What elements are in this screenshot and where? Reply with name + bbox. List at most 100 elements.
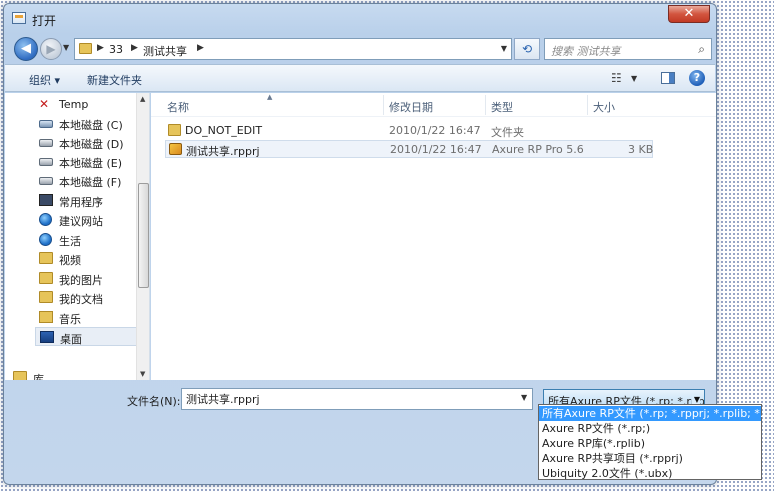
column-divider[interactable] [383,95,384,115]
sidebar-item-desktop[interactable]: 桌面 [35,327,137,346]
breadcrumb-item-33[interactable]: 33 [109,43,123,56]
file-modified: 2010/1/22 16:47 [389,124,481,137]
refresh-icon: ⟲ [521,42,533,56]
sidebar-item-videos[interactable]: 视频 [35,249,137,268]
file-type-option[interactable]: 所有Axure RP文件 (*.rp; *.rpprj; *.rplib; *.… [539,406,774,421]
file-name-label: 文件名(N): [127,395,181,408]
drive-icon [39,139,53,147]
sidebar-item-pictures[interactable]: 我的图片 [35,269,137,288]
globe-icon [39,233,52,246]
breadcrumb-item-current[interactable]: 测试共享 [143,43,187,59]
file-name-dropdown-icon[interactable]: ▼ [521,393,527,402]
table-row[interactable]: 测试共享.rpprj 2010/1/22 16:47 Axure RP Pro … [165,140,653,158]
file-name-input[interactable] [181,388,533,410]
music-folder-icon [39,311,53,323]
library-icon [13,371,27,380]
temp-x-icon: ✕ [39,97,50,111]
folder-icon [39,291,53,303]
file-type-option[interactable]: Axure RP文件 (*.rp;) [539,421,761,436]
window-title: 打开 [32,14,57,28]
address-bar[interactable]: ▶ 33 ▶ 测试共享 ▶ ▼ [74,38,512,60]
file-type-option[interactable]: Axure RP库(*.rplib) [539,436,761,451]
drive-icon [39,177,53,185]
breadcrumb-chevron-icon[interactable]: ▶ [197,43,204,53]
column-type[interactable]: 类型 [491,99,513,115]
sidebar-item-label: 本地磁盘 (C) [59,119,123,132]
preview-pane-icon[interactable] [661,72,675,84]
sidebar-item-programs[interactable]: 常用程序 [35,191,137,210]
file-type-option[interactable]: Ubiquity 2.0文件 (*.ubx) [539,466,761,481]
new-folder-button[interactable]: 新建文件夹 [87,72,142,88]
breadcrumb-chevron-icon[interactable]: ▶ [97,43,104,53]
sidebar-item-drive-c[interactable]: 本地磁盘 (C) [35,114,137,133]
column-size[interactable]: 大小 [593,99,615,115]
file-type-option[interactable]: Axure RP共享项目 (*.rpprj) [539,451,761,466]
breadcrumb-chevron-icon[interactable]: ▶ [131,43,138,53]
sidebar-item-life[interactable]: 生活 [35,230,137,249]
sidebar-scrollbar[interactable]: ▲ ▼ [136,93,149,380]
column-header-row: ▲ 名称 修改日期 类型 大小 [151,93,716,117]
sidebar-item-label: 本地磁盘 (D) [59,138,124,151]
search-placeholder: 搜索 测试共享 [551,45,621,58]
drive-icon [39,158,53,166]
sidebar-item-suggested-sites[interactable]: 建议网站 [35,210,137,229]
chevron-down-icon: ▼ [691,395,700,404]
column-divider[interactable] [485,95,486,115]
view-dropdown-icon[interactable]: ▼ [631,74,637,83]
scroll-down-icon[interactable]: ▼ [140,370,145,378]
help-icon[interactable]: ? [689,70,705,86]
column-divider[interactable] [587,95,588,115]
address-dropdown-icon[interactable]: ▼ [501,44,507,53]
navigation-pane: ✕ Temp 本地磁盘 (C) 本地磁盘 (D) 本地磁盘 (E) 本地磁盘 (… [5,93,150,380]
desktop-icon [40,331,54,343]
sidebar-item-label: 常用程序 [59,196,103,209]
search-icon: ⌕ [698,42,705,56]
view-options-icon[interactable]: ☷ [611,71,622,85]
ie-icon [39,213,52,226]
sidebar-item-temp[interactable]: ✕ Temp [35,95,137,114]
sidebar-item-label: 桌面 [60,333,82,346]
sidebar-item-drive-d[interactable]: 本地磁盘 (D) [35,133,137,152]
scroll-up-icon[interactable]: ▲ [140,95,145,103]
column-modified[interactable]: 修改日期 [389,99,433,115]
dialog-app-icon [12,12,26,24]
sidebar-item-documents[interactable]: 我的文档 [35,288,137,307]
sidebar-item-label: 生活 [59,235,81,248]
sidebar-item-label: 建议网站 [59,215,103,228]
file-type-dropdown: 所有Axure RP文件 (*.rp; *.rpprj; *.rplib; *.… [538,404,774,481]
file-list: ▲ 名称 修改日期 类型 大小 DO_NOT_EDIT 2010/1/22 16… [151,93,716,380]
program-icon [39,194,53,206]
sidebar-item-label: 库 [33,373,44,380]
close-button[interactable]: ✕ [668,5,710,23]
sidebar-item-library[interactable]: 库 [9,368,111,380]
axure-file-icon [169,143,182,155]
folder-icon [39,272,53,284]
sidebar-item-label: 我的图片 [59,274,103,287]
table-row[interactable]: DO_NOT_EDIT 2010/1/22 16:47 文件夹 [165,122,653,140]
folder-icon [168,124,181,136]
file-type: Axure RP Pro 5.6 [492,143,584,156]
scrollbar-thumb[interactable] [138,183,149,288]
sort-ascending-icon: ▲ [267,93,273,101]
back-button[interactable]: ◀ [14,37,38,61]
sidebar-item-music[interactable]: 音乐 [35,308,137,327]
file-name: 测试共享.rpprj [186,145,260,158]
forward-button[interactable]: ▶ [40,38,62,60]
sidebar-item-label: 我的文档 [59,293,103,306]
organize-button[interactable]: 组织 ▾ [29,72,60,88]
file-name: DO_NOT_EDIT [185,124,263,137]
arrow-left-icon: ◀ [21,41,31,56]
search-input[interactable]: 搜索 测试共享 ⌕ [544,38,712,60]
column-name[interactable]: 名称 [167,99,189,115]
command-toolbar: 组织 ▾ 新建文件夹 ☷ ▼ ? [5,64,715,92]
navigation-bar: ◀ ▶ ▼ ▶ 33 ▶ 测试共享 ▶ ▼ ⟲ 搜索 测试共享 ⌕ [12,36,712,62]
sidebar-item-label: 本地磁盘 (E) [59,157,123,170]
sidebar-item-label: 音乐 [59,313,81,326]
title-bar[interactable]: 打开 ✕ [4,4,716,32]
sidebar-item-drive-f[interactable]: 本地磁盘 (F) [35,171,137,190]
recent-pages-dropdown-icon[interactable]: ▼ [63,43,69,52]
drive-icon [39,120,53,128]
sidebar-item-drive-e[interactable]: 本地磁盘 (E) [35,152,137,171]
refresh-button[interactable]: ⟲ [514,38,540,60]
sidebar-item-label: 本地磁盘 (F) [59,176,122,189]
